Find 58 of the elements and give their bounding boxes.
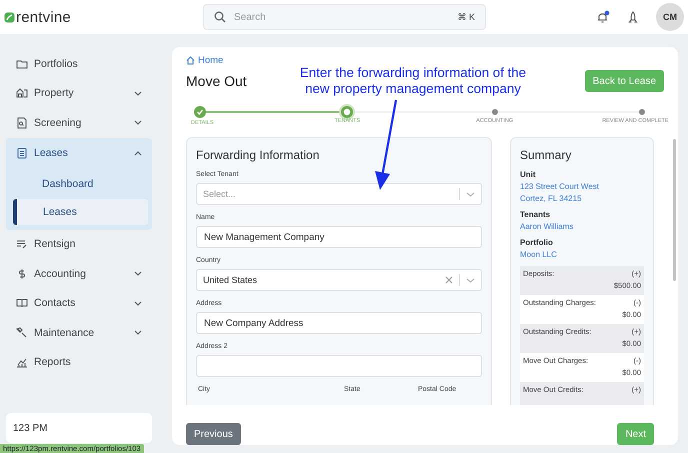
chevron-down-icon <box>134 330 142 336</box>
nav-item[interactable]: Reports <box>6 348 152 377</box>
nav-item[interactable]: Property <box>6 78 152 108</box>
chevron-down-icon <box>134 90 142 96</box>
home-link[interactable]: Home <box>186 55 224 66</box>
summary-link[interactable]: Moon LLC <box>520 249 644 261</box>
summary-label: Portfolio <box>520 238 554 247</box>
chevron-down-icon <box>134 120 142 126</box>
book-icon <box>16 297 28 310</box>
text-field[interactable]: New Management Company <box>196 226 482 248</box>
panel-title: Forwarding Information <box>196 148 320 162</box>
annotation-text: Enter the forwarding information of the new property management company <box>298 65 528 97</box>
user-avatar[interactable]: CM <box>656 3 684 31</box>
chevron-up-icon <box>134 150 142 156</box>
nav-subitem[interactable]: Dashboard <box>12 170 148 196</box>
wrench-icon <box>16 326 28 339</box>
summary-label: Tenants <box>520 210 552 219</box>
document-icon <box>16 116 28 129</box>
summary-link[interactable]: 123 Street Court West <box>520 181 644 193</box>
nav-item[interactable]: Contacts <box>6 288 152 318</box>
text-field[interactable]: New Company Address <box>196 312 482 334</box>
chevron-down-icon <box>134 300 142 306</box>
nav-item[interactable]: Maintenance <box>6 318 152 348</box>
nav-item[interactable]: Accounting <box>6 259 152 288</box>
page-title: Move Out <box>186 73 247 89</box>
chevron-down-icon <box>466 278 475 282</box>
nav-item[interactable]: Leases <box>6 138 152 168</box>
summary-link[interactable]: Aaron Williams <box>520 221 644 233</box>
dollar-icon <box>16 268 28 280</box>
summary-link[interactable]: Cortez, FL 34215 <box>520 193 644 205</box>
folder-icon <box>16 58 28 70</box>
nav-item[interactable]: Screening <box>6 108 152 138</box>
chart-icon <box>16 356 28 368</box>
previous-button[interactable]: Previous <box>186 423 241 445</box>
panel-title: Summary <box>520 148 572 162</box>
chevron-down-icon <box>466 192 475 196</box>
search-input[interactable]: Search <box>234 12 450 22</box>
clipboard-icon <box>16 147 28 159</box>
select-field[interactable]: United States <box>196 269 482 291</box>
summary-label: Unit <box>520 170 537 179</box>
bell-icon[interactable] <box>596 10 610 24</box>
pen-list-icon <box>16 238 28 250</box>
chevron-down-icon <box>134 271 142 276</box>
search-field[interactable]: Search ⌘ K <box>203 4 486 30</box>
rocket-icon[interactable] <box>627 10 639 24</box>
nav-subitem[interactable]: Leases <box>13 198 148 224</box>
text-field[interactable] <box>196 355 482 377</box>
building-icon <box>16 87 28 100</box>
shortcut-hint: ⌘ K <box>457 12 475 22</box>
clear-icon[interactable] <box>445 276 453 284</box>
logo-text[interactable]: rentvine <box>16 8 71 26</box>
nav-item[interactable]: Rentsign <box>6 230 152 259</box>
scrollbar[interactable] <box>673 139 676 281</box>
leaf-logo-icon <box>4 12 15 22</box>
search-icon <box>214 11 226 23</box>
company-switcher[interactable]: 123 PM <box>6 413 152 443</box>
home-icon <box>186 56 195 65</box>
nav-item[interactable]: Portfolios <box>6 49 152 78</box>
